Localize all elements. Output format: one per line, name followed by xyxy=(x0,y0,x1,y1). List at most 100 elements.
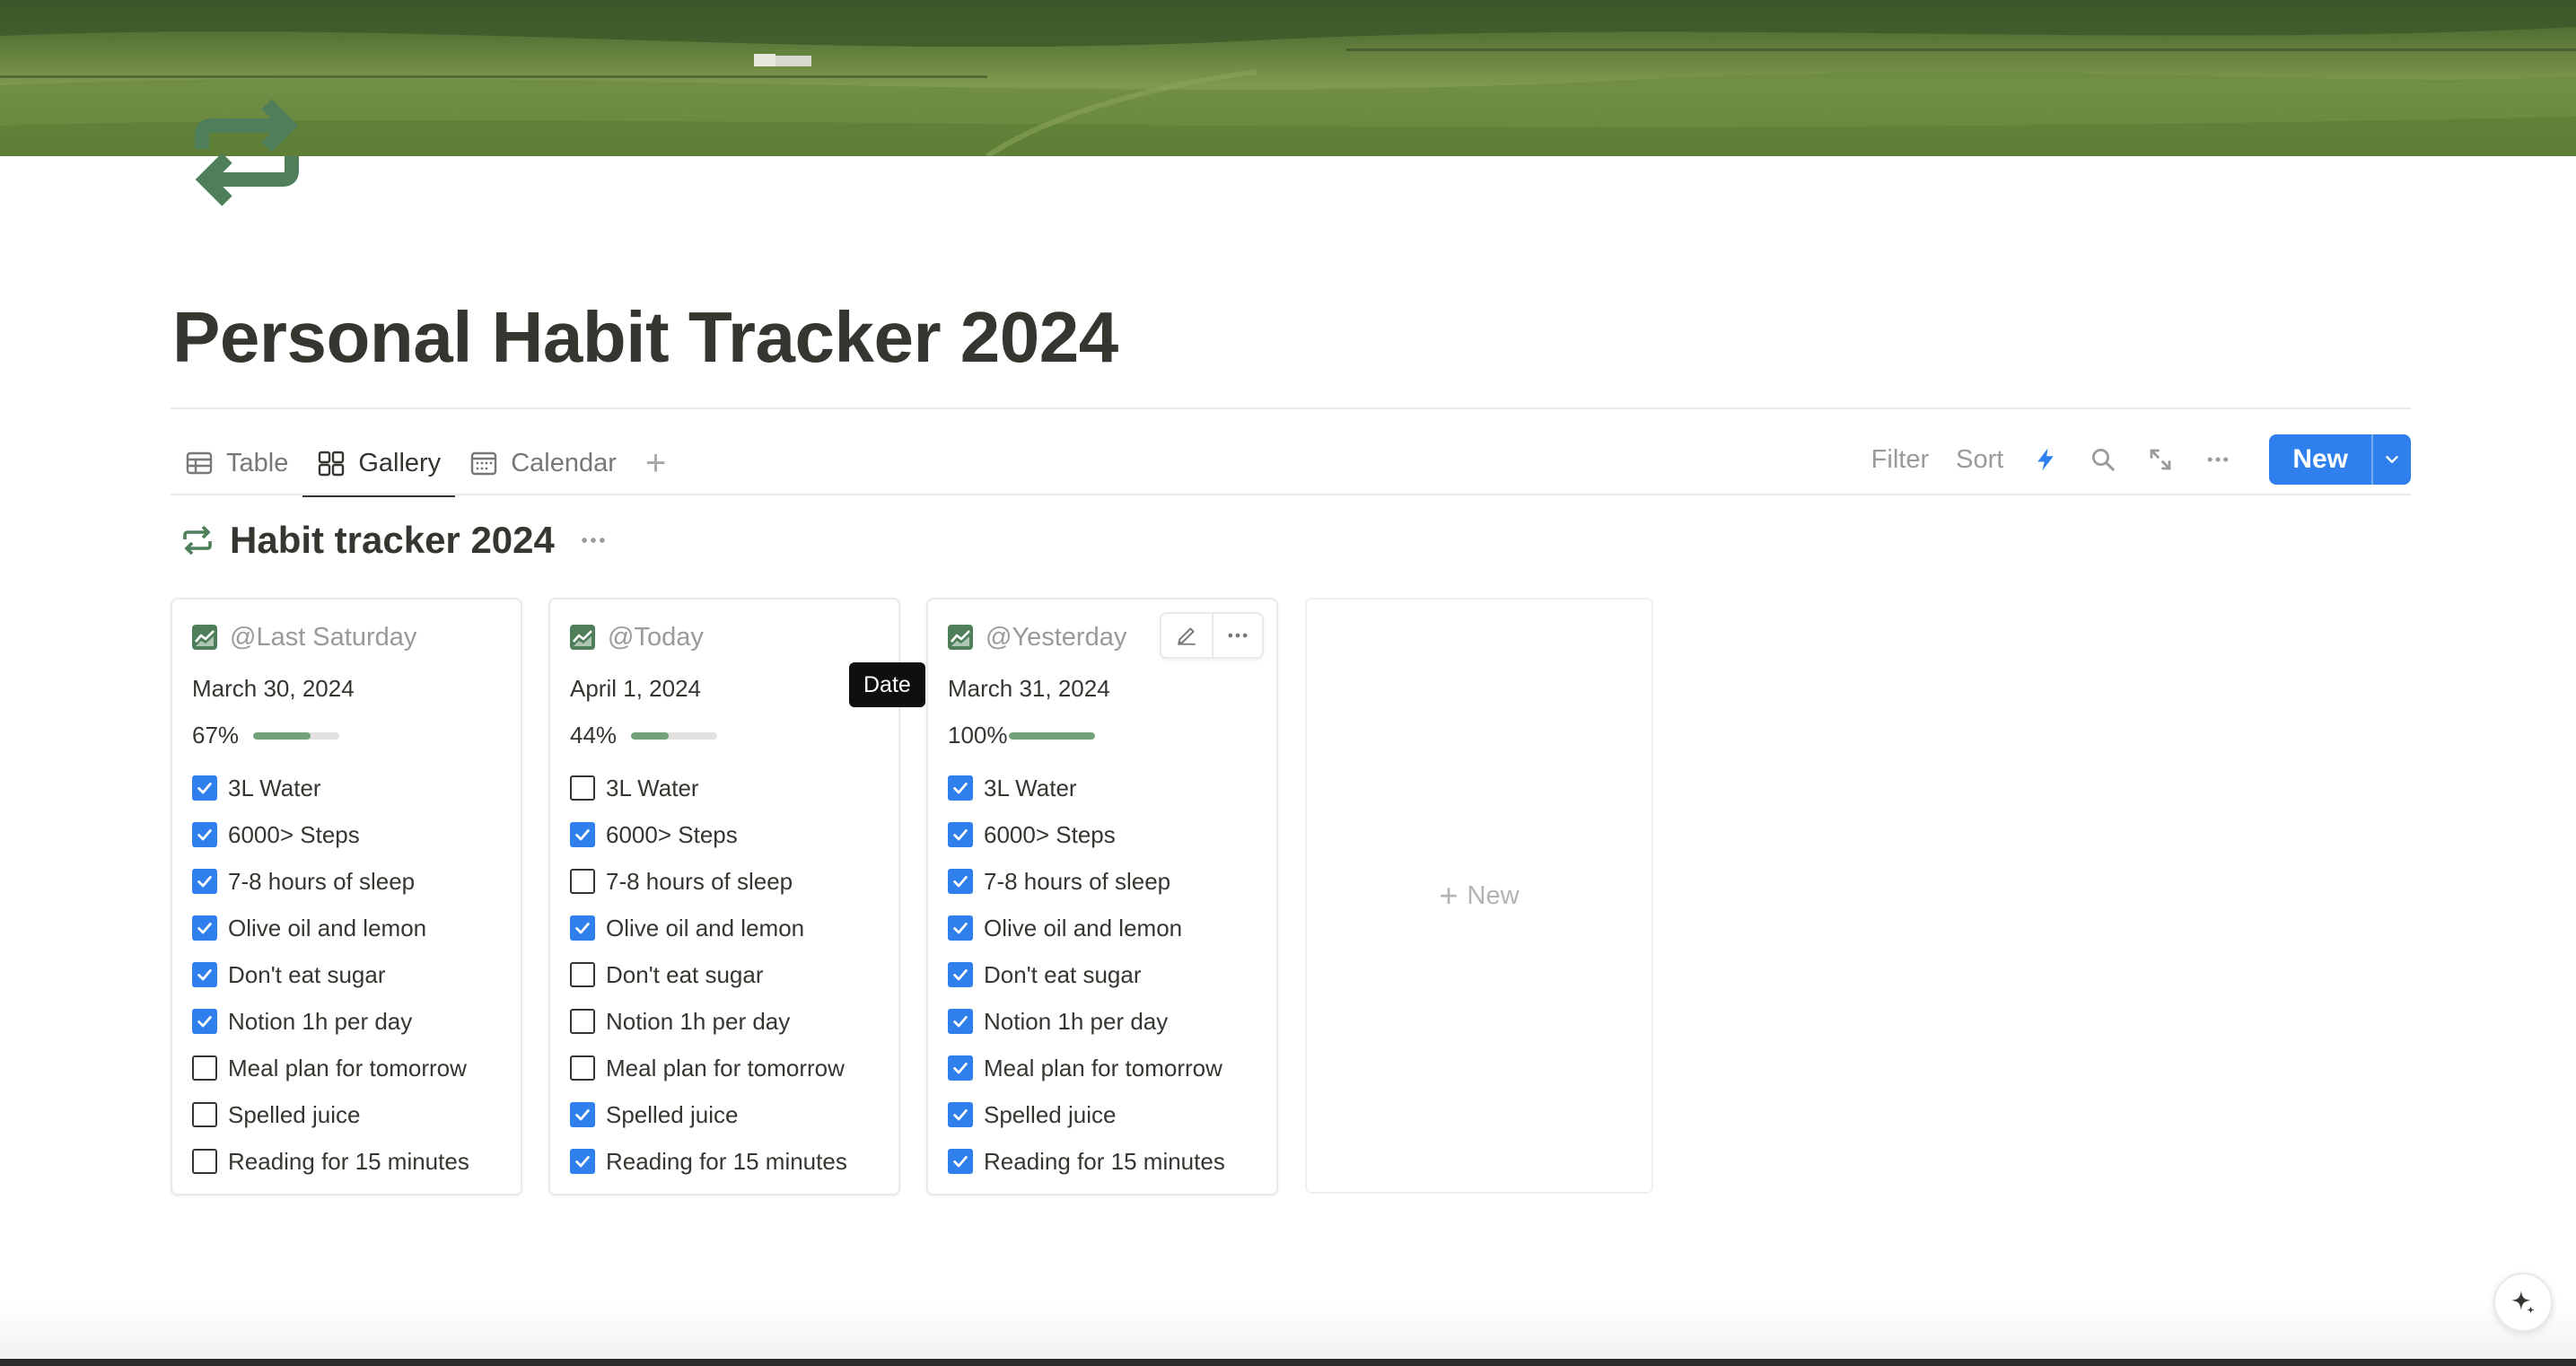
checkbox-checked-icon[interactable] xyxy=(192,962,217,987)
progress-percent: 100% xyxy=(948,722,1008,749)
card-name[interactable]: @Yesterday xyxy=(986,623,1126,652)
database-title[interactable]: Habit tracker 2024 xyxy=(230,519,555,562)
habit-item: 7-8 hours of sleep xyxy=(948,858,1225,905)
habit-item: Notion 1h per day xyxy=(948,998,1225,1045)
habit-item: 7-8 hours of sleep xyxy=(192,858,469,905)
checkbox-unchecked-icon[interactable] xyxy=(192,1055,217,1081)
checkbox-checked-icon[interactable] xyxy=(192,915,217,941)
habit-item: Reading for 15 minutes xyxy=(192,1138,469,1185)
card-hover-actions xyxy=(1160,612,1264,659)
database-view-header: Habit tracker 2024 xyxy=(180,513,609,567)
checkbox-checked-icon[interactable] xyxy=(570,1149,595,1174)
habit-item: Olive oil and lemon xyxy=(192,905,469,951)
checkbox-checked-icon[interactable] xyxy=(570,822,595,847)
card-header: @Last Saturday xyxy=(192,619,416,655)
tab-table[interactable]: Table xyxy=(171,431,302,495)
database-more-icon[interactable] xyxy=(578,525,609,556)
checkbox-checked-icon[interactable] xyxy=(570,915,595,941)
card-name[interactable]: @Today xyxy=(608,623,704,652)
automation-bolt-icon[interactable] xyxy=(2030,444,2061,475)
habit-label: Olive oil and lemon xyxy=(984,914,1183,941)
edit-pencil-icon[interactable] xyxy=(1161,614,1212,657)
habit-item: Don't eat sugar xyxy=(948,951,1225,998)
progress-percent: 44% xyxy=(570,722,618,749)
habit-item: Spelled juice xyxy=(192,1091,469,1138)
habit-list: 3L Water 6000> Steps 7-8 hours of sleep Oli… xyxy=(192,765,469,1185)
tab-calendar[interactable]: Calendar xyxy=(455,431,631,495)
card-progress: 44% xyxy=(570,722,717,749)
more-options-icon[interactable] xyxy=(2203,444,2233,475)
checkbox-unchecked-icon[interactable] xyxy=(192,1102,217,1127)
checkbox-checked-icon[interactable] xyxy=(948,822,973,847)
gallery-card[interactable]: @Last Saturday March 30, 2024 67% 3L Water 6… xyxy=(171,598,522,1195)
checkbox-unchecked-icon[interactable] xyxy=(192,1149,217,1174)
card-name[interactable]: @Last Saturday xyxy=(230,623,416,652)
habit-label: 7-8 hours of sleep xyxy=(984,867,1171,895)
add-view-button[interactable]: + xyxy=(631,431,680,495)
progress-bar xyxy=(1009,731,1095,740)
new-card-button[interactable]: + New xyxy=(1305,598,1653,1194)
checkbox-checked-icon[interactable] xyxy=(192,822,217,847)
checkbox-checked-icon[interactable] xyxy=(948,1009,973,1034)
gallery-card[interactable]: @Today April 1, 2024 44% 3L Water 6000> Step… xyxy=(548,598,900,1195)
checkbox-checked-icon[interactable] xyxy=(948,1102,973,1127)
habit-list: 3L Water 6000> Steps 7-8 hours of sleep Oli… xyxy=(948,765,1225,1185)
gallery-card[interactable]: @Yesterday March 31, 2024 100% 3L Water 6000… xyxy=(926,598,1278,1195)
card-more-icon[interactable] xyxy=(1212,614,1262,657)
title-divider xyxy=(171,407,2411,409)
progress-bar-fill xyxy=(1009,731,1095,740)
habit-item: 6000> Steps xyxy=(192,811,469,858)
view-toolbar: Filter Sort New xyxy=(1844,434,2411,485)
page-title[interactable]: Personal Habit Tracker 2024 xyxy=(172,296,1118,379)
habit-label: Notion 1h per day xyxy=(606,1007,791,1035)
habit-label: Don't eat sugar xyxy=(984,960,1142,988)
habit-item: 3L Water xyxy=(570,765,847,811)
checkbox-unchecked-icon[interactable] xyxy=(570,962,595,987)
checkbox-unchecked-icon[interactable] xyxy=(570,775,595,801)
new-button-label[interactable]: New xyxy=(2269,434,2371,485)
checkbox-checked-icon[interactable] xyxy=(192,869,217,894)
search-icon[interactable] xyxy=(2088,444,2118,475)
habit-label: Olive oil and lemon xyxy=(228,914,427,941)
checkbox-checked-icon[interactable] xyxy=(948,962,973,987)
checkbox-checked-icon[interactable] xyxy=(192,1009,217,1034)
progress-bar-fill xyxy=(631,731,670,740)
tab-gallery[interactable]: Gallery xyxy=(302,431,456,497)
filter-button[interactable]: Filter xyxy=(1871,445,1929,475)
checkbox-unchecked-icon[interactable] xyxy=(570,869,595,894)
card-progress: 67% xyxy=(192,722,339,749)
new-button[interactable]: New xyxy=(2269,434,2411,485)
habit-item: 6000> Steps xyxy=(570,811,847,858)
tab-table-label: Table xyxy=(226,448,289,477)
habit-label: 3L Water xyxy=(228,774,321,801)
habit-label: 7-8 hours of sleep xyxy=(606,867,793,895)
checkbox-checked-icon[interactable] xyxy=(948,915,973,941)
habit-item: 3L Water xyxy=(192,765,469,811)
habit-label: 7-8 hours of sleep xyxy=(228,867,416,895)
gallery-icon xyxy=(319,451,345,477)
checkbox-checked-icon[interactable] xyxy=(192,775,217,801)
checkbox-unchecked-icon[interactable] xyxy=(570,1009,595,1034)
habit-item: 3L Water xyxy=(948,765,1225,811)
new-dropdown-chevron-down-icon[interactable] xyxy=(2371,434,2411,485)
card-progress: 100% xyxy=(948,722,1095,749)
habit-label: Spelled juice xyxy=(606,1100,739,1128)
habit-item: Meal plan for tomorrow xyxy=(570,1045,847,1091)
checkbox-unchecked-icon[interactable] xyxy=(570,1055,595,1081)
page-repeat-icon xyxy=(184,90,310,215)
checkbox-checked-icon[interactable] xyxy=(948,1055,973,1081)
habit-label: Reading for 15 minutes xyxy=(228,1147,469,1175)
bottom-shadow xyxy=(0,1303,2576,1366)
ai-sparkle-button[interactable] xyxy=(2493,1273,2553,1332)
checkbox-checked-icon[interactable] xyxy=(948,869,973,894)
checkbox-checked-icon[interactable] xyxy=(570,1102,595,1127)
checkbox-checked-icon[interactable] xyxy=(948,1149,973,1174)
card-date: March 30, 2024 xyxy=(192,675,355,702)
expand-icon[interactable] xyxy=(2145,444,2176,475)
habit-label: Spelled juice xyxy=(984,1100,1117,1128)
sort-button[interactable]: Sort xyxy=(1956,445,2003,475)
tab-calendar-label: Calendar xyxy=(511,448,617,477)
checkbox-checked-icon[interactable] xyxy=(948,775,973,801)
habit-label: 6000> Steps xyxy=(606,820,738,848)
habit-label: 3L Water xyxy=(984,774,1077,801)
